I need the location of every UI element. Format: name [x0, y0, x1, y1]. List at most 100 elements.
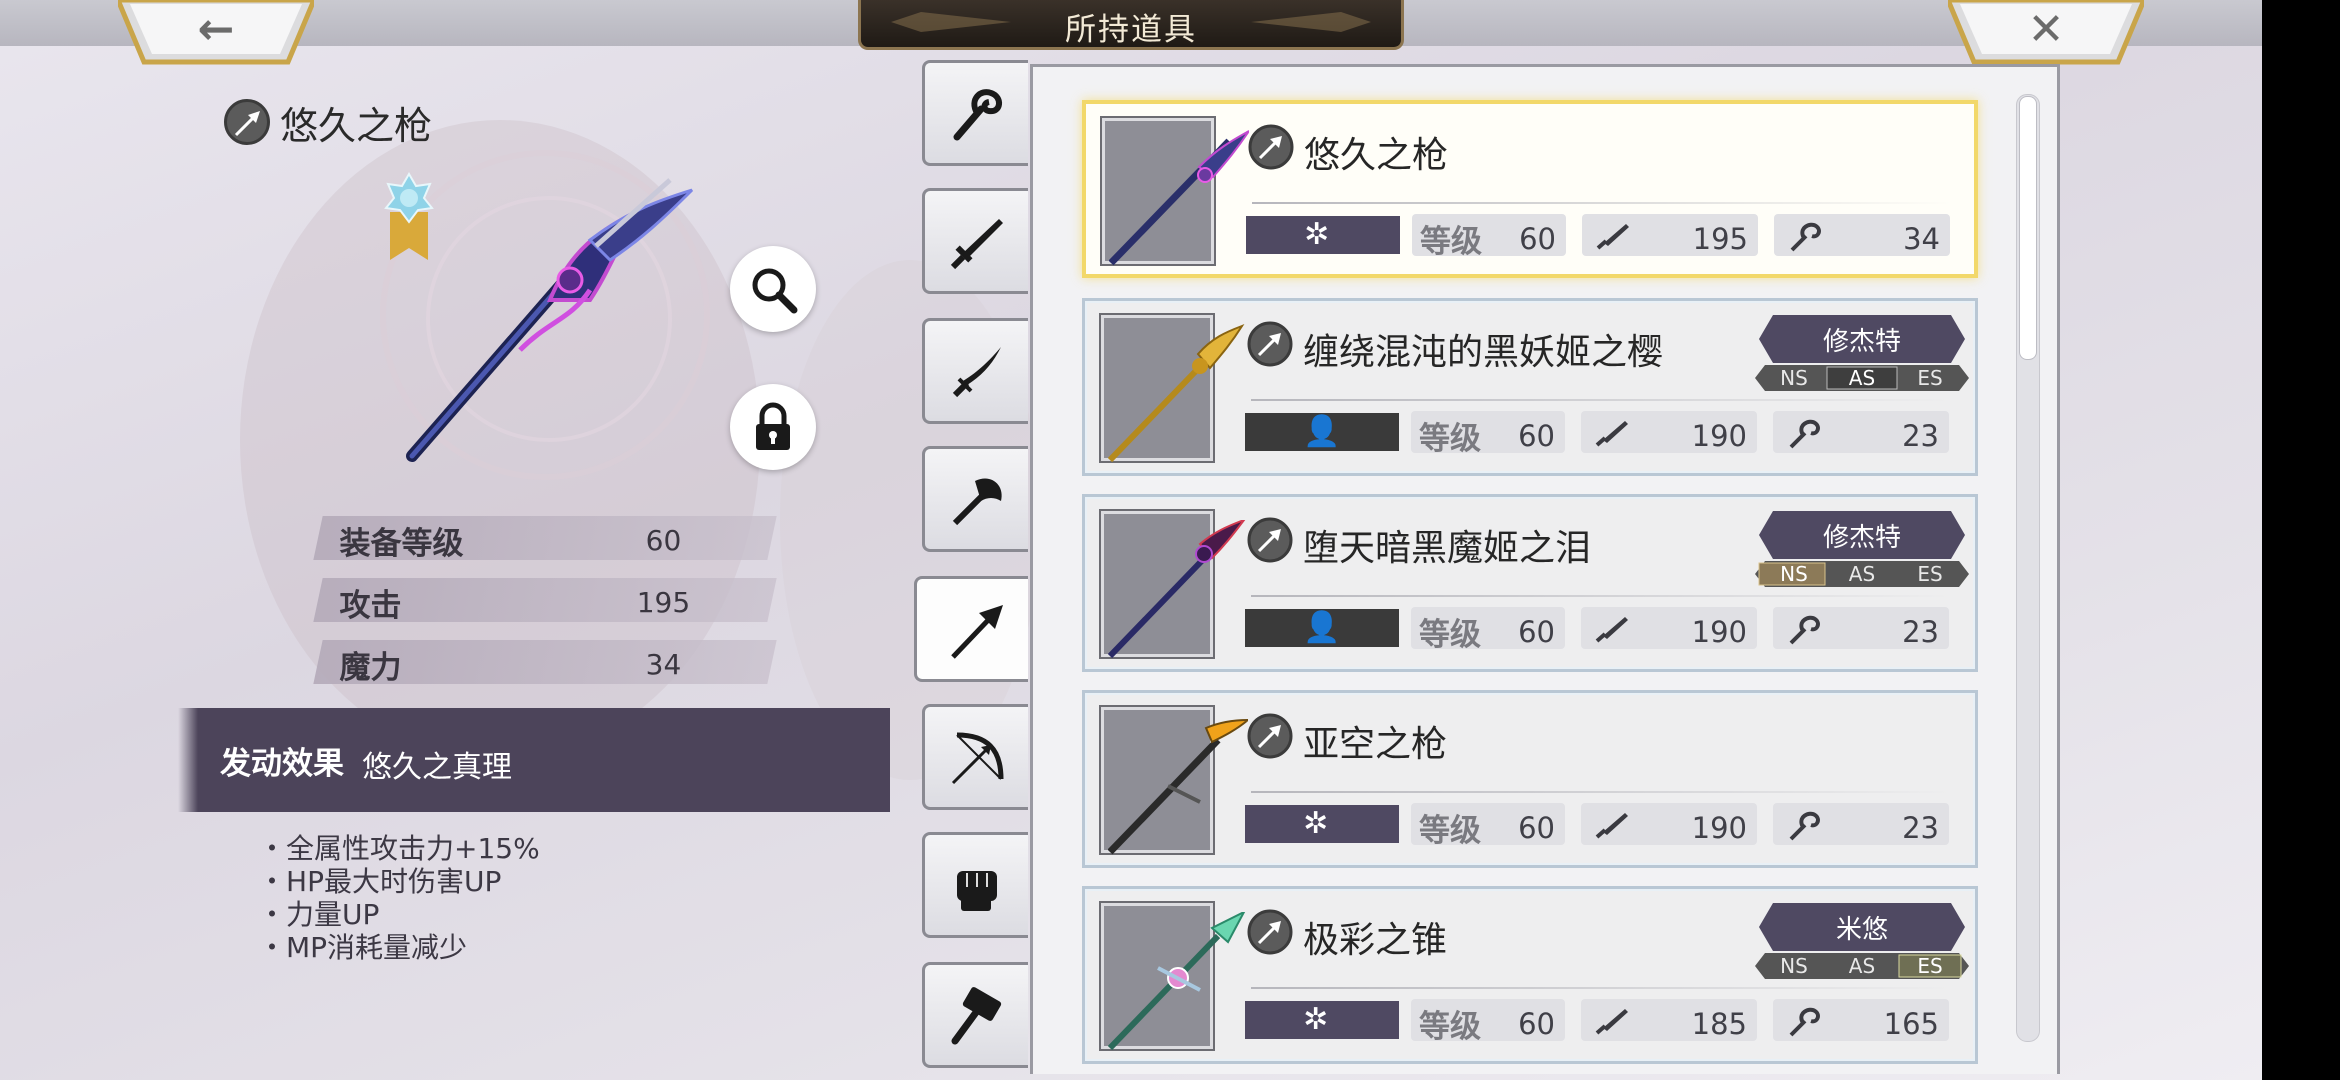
- spear-illustration: [1108, 324, 1245, 463]
- attack-sword-icon: [1596, 224, 1629, 250]
- tab-staff[interactable]: [922, 60, 1028, 166]
- tab-axe[interactable]: [922, 446, 1028, 552]
- item-name: 悠久之枪: [1304, 135, 1449, 176]
- attack-value: 195: [1692, 222, 1748, 256]
- spear-type-icon: [1248, 124, 1294, 170]
- character-tag: 修杰特: [1759, 511, 1965, 559]
- level-label: 等级: [1419, 421, 1481, 457]
- inspect-button[interactable]: [730, 246, 816, 332]
- level-value: 60: [1518, 1007, 1555, 1041]
- level-pill: 等级 60: [1411, 411, 1565, 457]
- weapon-name: 悠久之枪: [280, 103, 433, 148]
- spear-icon: [951, 605, 1003, 659]
- magic-staff-icon: [1789, 615, 1820, 645]
- character-tag: 米悠: [1759, 903, 1965, 951]
- sword-icon: [950, 219, 1003, 270]
- attack-sword-icon: [1595, 617, 1628, 643]
- magic-pill: 23: [1773, 803, 1949, 845]
- screen-edge: [2262, 0, 2340, 1080]
- mode-as: AS: [1848, 366, 1876, 390]
- item-card[interactable]: 缠绕混沌的黑妖姬之樱 修杰特 NS AS ES 👤 等级 60 190 23: [1082, 298, 1978, 476]
- gauntlet-icon: [957, 871, 997, 911]
- spear-illustration: [1108, 718, 1248, 855]
- close-button[interactable]: ✕: [1948, 0, 2144, 68]
- tab-bow[interactable]: [922, 704, 1028, 810]
- divider: [1251, 791, 1951, 793]
- spear-type-icon: [1247, 321, 1293, 367]
- title-plate: 所持道具: [858, 0, 1404, 50]
- magic-value: 23: [1902, 615, 1939, 649]
- character-name: 修杰特: [1822, 327, 1901, 357]
- item-card[interactable]: 悠久之枪 ✲ 等级 60 195 34: [1082, 100, 1978, 278]
- level-value: 60: [1518, 419, 1555, 453]
- tab-gauntlet[interactable]: [922, 832, 1028, 938]
- item-name: 极彩之锥: [1303, 920, 1448, 961]
- stat-label: 魔力: [339, 650, 402, 686]
- magic-value: 165: [1883, 1007, 1939, 1041]
- lock-button[interactable]: [730, 384, 816, 470]
- tab-hammer[interactable]: [922, 962, 1028, 1068]
- magic-pill: 23: [1773, 411, 1949, 453]
- magic-pill: 165: [1773, 999, 1949, 1041]
- spear-illustration: [1109, 130, 1249, 266]
- stat-value: 60: [645, 524, 682, 557]
- level-label: 等级: [1419, 617, 1481, 653]
- level-pill: 等级 60: [1411, 607, 1565, 653]
- element-icon: ✲: [1303, 1002, 1329, 1037]
- katana-icon: [952, 347, 1001, 398]
- item-card[interactable]: 极彩之锥 米悠 NS AS ES ✲ 等级 60 185 165: [1082, 886, 1978, 1064]
- attack-pill: 195: [1582, 214, 1758, 256]
- item-thumbnail: [1101, 903, 1246, 1051]
- tab-sword[interactable]: [922, 188, 1028, 294]
- scrollbar-thumb[interactable]: [2019, 96, 2037, 360]
- magic-pill: 34: [1774, 214, 1950, 256]
- attack-pill: 185: [1581, 999, 1757, 1041]
- hammer-icon: [951, 987, 1002, 1045]
- level-label: 等级: [1419, 813, 1481, 849]
- staff-icon: [953, 89, 1002, 141]
- mode-ns: NS: [1780, 562, 1808, 586]
- effect-list: 全属性攻击力+15% HP最大时伤害UP 力量UP MP消耗量减少: [258, 832, 540, 964]
- stat-row-magic: 魔力 34: [313, 640, 777, 686]
- stat-row-level: 装备等级 60: [313, 516, 777, 562]
- attack-sword-icon: [1595, 813, 1628, 839]
- element-icon: ✲: [1304, 217, 1330, 252]
- person-icon: 👤: [1303, 610, 1341, 645]
- stat-label: 攻击: [339, 588, 402, 624]
- level-value: 60: [1518, 811, 1555, 845]
- divider: [1252, 202, 1952, 204]
- bow-icon: [951, 732, 1004, 785]
- magic-pill: 23: [1773, 607, 1949, 649]
- character-name: 修杰特: [1822, 523, 1901, 553]
- spear-type-icon: [1247, 909, 1293, 955]
- attack-sword-icon: [1595, 421, 1628, 447]
- mode-as: AS: [1848, 954, 1876, 978]
- back-arrow-icon: ←: [197, 4, 235, 55]
- attack-sword-icon: [1595, 1009, 1628, 1035]
- tab-spear[interactable]: [914, 576, 1028, 682]
- item-card[interactable]: 亚空之枪 ✲ 等级 60 190 23: [1082, 690, 1978, 868]
- magic-staff-icon: [1789, 1007, 1820, 1037]
- magnifier-icon: [752, 268, 798, 314]
- back-button[interactable]: ←: [118, 0, 314, 68]
- magic-staff-icon: [1790, 222, 1821, 252]
- close-icon: ✕: [2027, 4, 2065, 55]
- style-modes: NS AS ES: [1755, 561, 1969, 587]
- mode-ns: NS: [1780, 954, 1808, 978]
- effect-item: MP消耗量减少: [258, 931, 540, 964]
- character-name: 米悠: [1835, 915, 1888, 945]
- attack-pill: 190: [1581, 411, 1757, 453]
- attack-value: 190: [1691, 811, 1747, 845]
- level-pill: 等级 60: [1412, 214, 1566, 260]
- level-label: 等级: [1420, 224, 1482, 260]
- item-card[interactable]: 堕天暗黑魔姬之泪 修杰特 NS AS ES 👤 等级 60 190 23: [1082, 494, 1978, 672]
- game-screen: ← 所持道具 ✕ 悠久之枪 装备等级 60 攻击 195 魔力 34 发动效果 …: [0, 0, 2262, 1080]
- effect-label: 发动效果: [220, 746, 344, 782]
- item-name: 堕天暗黑魔姬之泪: [1303, 528, 1592, 569]
- mode-es: ES: [1917, 562, 1943, 586]
- tab-katana[interactable]: [922, 318, 1028, 424]
- magic-staff-icon: [1789, 811, 1820, 841]
- mode-as: AS: [1848, 562, 1876, 586]
- stat-label: 装备等级: [339, 526, 464, 562]
- axe-icon: [952, 478, 1002, 526]
